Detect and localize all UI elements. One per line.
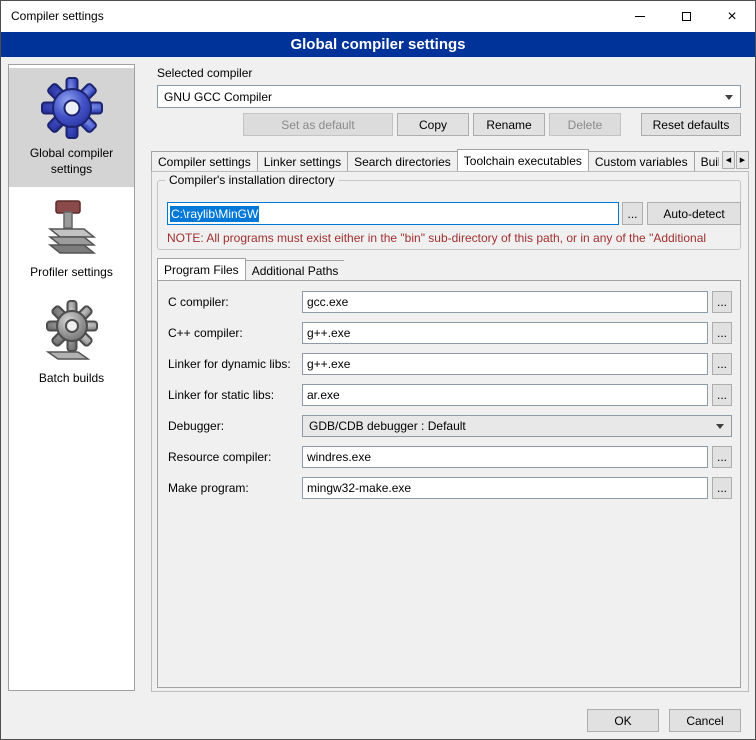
tab-scroll-left-button[interactable]: ◀ — [722, 151, 735, 169]
ok-button[interactable]: OK — [587, 709, 659, 732]
linker-static-libs-input[interactable] — [302, 384, 708, 406]
selected-compiler-label: Selected compiler — [157, 66, 252, 80]
c-compiler-input[interactable] — [302, 291, 708, 313]
tab-toolchain-executables[interactable]: Toolchain executables — [457, 149, 589, 171]
chevron-down-icon — [716, 424, 724, 429]
rename-button[interactable]: Rename — [473, 113, 545, 136]
sidebar-item-profiler-settings[interactable]: Profiler settings — [9, 187, 134, 291]
dialog-header: Global compiler settings — [1, 32, 755, 57]
tabs-scroll-area: Compiler settings Linker settings Search… — [151, 149, 719, 171]
close-icon: × — [727, 9, 736, 25]
sidebar-item-label: Global compiler settings — [11, 146, 132, 177]
chevron-down-icon — [725, 95, 733, 100]
browse-make-program-button[interactable]: ... — [712, 477, 732, 499]
minimize-icon — [635, 16, 645, 17]
program-files-panel: C compiler: ... C++ compiler: ... Linker… — [157, 280, 741, 688]
tab-compiler-settings[interactable]: Compiler settings — [151, 151, 258, 171]
field-row-debugger: Debugger: GDB/CDB debugger : Default — [158, 415, 740, 437]
sidebar-item-label: Profiler settings — [11, 265, 132, 281]
tab-linker-settings[interactable]: Linker settings — [257, 151, 348, 171]
tab-custom-variables[interactable]: Custom variables — [588, 151, 695, 171]
settings-tabstrip: Compiler settings Linker settings Search… — [151, 149, 749, 171]
tab-search-directories[interactable]: Search directories — [347, 151, 458, 171]
delete-button: Delete — [549, 113, 621, 136]
browse-installation-directory-button[interactable]: ... — [622, 202, 643, 225]
browse-resource-compiler-button[interactable]: ... — [712, 446, 732, 468]
linker-dynamic-libs-input[interactable] — [302, 353, 708, 375]
window-titlebar: Compiler settings × — [1, 1, 755, 32]
field-label: C++ compiler: — [168, 326, 243, 340]
field-label: Make program: — [168, 481, 249, 495]
field-label: Debugger: — [168, 419, 224, 433]
gear-blue-icon — [40, 76, 104, 140]
tab-scroll-right-button[interactable]: ▶ — [736, 151, 749, 169]
field-label: Linker for dynamic libs: — [168, 357, 291, 371]
close-button[interactable]: × — [709, 1, 755, 32]
note-text: NOTE: All programs must exist either in … — [167, 231, 745, 245]
window-title: Compiler settings — [11, 1, 104, 32]
tab-program-files[interactable]: Program Files — [157, 258, 246, 280]
maximize-icon — [682, 12, 691, 21]
sidebar-item-global-compiler-settings[interactable]: Global compiler settings — [9, 68, 134, 187]
cpp-compiler-input[interactable] — [302, 322, 708, 344]
sidebar-item-batch-builds[interactable]: Batch builds — [9, 291, 134, 397]
browse-c-compiler-button[interactable]: ... — [712, 291, 732, 313]
cancel-button[interactable]: Cancel — [669, 709, 741, 732]
resource-compiler-input[interactable] — [302, 446, 708, 468]
selected-text: C:\raylib\MinGW — [170, 206, 259, 222]
compiler-settings-dialog: Compiler settings × Global compiler sett… — [0, 0, 756, 740]
copy-button[interactable]: Copy — [397, 113, 469, 136]
maximize-button[interactable] — [663, 1, 709, 32]
sidebar-item-label: Batch builds — [11, 371, 132, 387]
browse-linker-static-button[interactable]: ... — [712, 384, 732, 406]
field-label: Resource compiler: — [168, 450, 271, 464]
compiler-actions-row: Set as default Copy Rename Delete Reset … — [157, 113, 741, 136]
field-row-resource-compiler: Resource compiler: ... — [158, 446, 740, 468]
field-row-cpp-compiler: C++ compiler: ... — [158, 322, 740, 344]
field-label: Linker for static libs: — [168, 388, 274, 402]
set-as-default-button: Set as default — [243, 113, 393, 136]
browse-linker-dynamic-button[interactable]: ... — [712, 353, 732, 375]
compiler-select[interactable]: GNU GCC Compiler — [157, 85, 741, 108]
minimize-button[interactable] — [617, 1, 663, 32]
reset-defaults-button[interactable]: Reset defaults — [641, 113, 741, 136]
programs-tabstrip: Program Files Additional Paths — [157, 258, 741, 280]
installation-directory-input[interactable]: C:\raylib\MinGW — [167, 202, 619, 225]
debugger-select-value: GDB/CDB debugger : Default — [309, 419, 466, 433]
compiler-select-value: GNU GCC Compiler — [164, 90, 272, 104]
window-controls: × — [617, 1, 755, 32]
profiler-icon — [42, 195, 102, 259]
field-row-linker-dynamic: Linker for dynamic libs: ... — [158, 353, 740, 375]
programs-tabs: Program Files Additional Paths — [157, 258, 344, 280]
gear-gray-icon — [41, 299, 103, 365]
field-row-c-compiler: C compiler: ... — [158, 291, 740, 313]
tab-build-options[interactable]: Buil — [694, 151, 719, 171]
tab-additional-paths[interactable]: Additional Paths — [245, 260, 345, 280]
auto-detect-button[interactable]: Auto-detect — [647, 202, 741, 225]
debugger-select[interactable]: GDB/CDB debugger : Default — [302, 415, 732, 437]
tab-scroll-arrows: ◀ ▶ — [722, 151, 749, 169]
groupbox-label: Compiler's installation directory — [165, 173, 339, 187]
make-program-input[interactable] — [302, 477, 708, 499]
field-row-make-program: Make program: ... — [158, 477, 740, 499]
field-row-linker-static: Linker for static libs: ... — [158, 384, 740, 406]
browse-cpp-compiler-button[interactable]: ... — [712, 322, 732, 344]
sidebar: Global compiler settings Profiler settin… — [8, 64, 135, 691]
field-label: C compiler: — [168, 295, 229, 309]
